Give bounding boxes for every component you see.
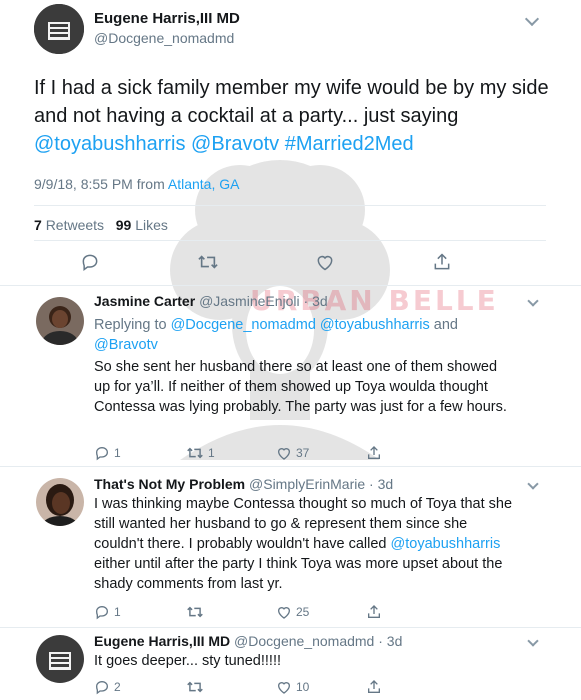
chevron-down-icon[interactable] (527, 635, 539, 647)
divider (34, 205, 546, 206)
like-count: 25 (296, 605, 310, 619)
reply-text: It goes deeper... sty tuned!!!!! (94, 653, 282, 669)
reply-text-after: either until after the party I think Toy… (94, 556, 503, 592)
retweet-button[interactable] (186, 604, 208, 620)
reply-count: 1 (114, 446, 121, 460)
hashtag-link[interactable]: #Married2Med (285, 133, 414, 155)
reply-actions: 1 1 37 (94, 445, 474, 463)
author-name[interactable]: Eugene Harris,III MD (94, 10, 240, 27)
reply-button[interactable]: 2 (94, 679, 121, 695)
author-name[interactable]: Eugene Harris,III MD (94, 633, 230, 649)
share-icon (368, 680, 380, 693)
replying-and: and (433, 317, 458, 333)
retweets-count[interactable]: 7 (34, 217, 42, 233)
share-button[interactable] (366, 604, 382, 620)
author-handle[interactable]: @Docgene_nomadmd (94, 30, 234, 46)
tweet-meta: 9/9/18, 8:55 PM from Atlanta, GA (34, 176, 239, 192)
mention-link[interactable]: @toyabushharris (34, 133, 185, 155)
retweet-count: 1 (208, 446, 215, 460)
reply-icon (95, 605, 109, 620)
likes-label[interactable]: Likes (135, 217, 168, 233)
reply-author[interactable]: Eugene Harris,III MD @Docgene_nomadmd · … (94, 633, 402, 649)
avatar[interactable] (36, 478, 84, 526)
like-count: 37 (296, 446, 310, 460)
author-handle[interactable]: @Docgene_nomadmd · 3d (234, 633, 402, 649)
like-button[interactable]: 37 (276, 445, 309, 461)
share-icon (368, 446, 380, 459)
reply-tweet: Eugene Harris,III MD @Docgene_nomadmd · … (0, 629, 581, 700)
retweet-icon (187, 681, 203, 693)
retweet-button[interactable] (186, 679, 208, 695)
retweets-label[interactable]: Retweets (46, 217, 104, 233)
avatar-image (36, 297, 84, 345)
avatar[interactable] (36, 297, 84, 345)
main-tweet: Eugene Harris,III MD @Docgene_nomadmd If… (0, 0, 581, 286)
tweet-stats: 7 Retweets 99 Likes (34, 217, 168, 233)
like-button[interactable]: 10 (276, 679, 309, 695)
reply-icon[interactable] (80, 252, 102, 274)
reply-tweet: That's Not My Problem @SimplyErinMarie ·… (0, 468, 581, 628)
reply-icon (95, 680, 109, 695)
retweet-icon[interactable] (197, 252, 219, 274)
timestamp: 9/9/18, 8:55 PM from (34, 176, 165, 192)
replying-prefix: Replying to (94, 317, 167, 333)
reply-tweet: Jasmine Carter @JasmineEnjoli · 3d Reply… (0, 287, 581, 467)
likes-count[interactable]: 99 (116, 217, 132, 233)
chevron-down-icon[interactable] (527, 478, 539, 490)
mention-link[interactable]: @toyabushharris (391, 536, 501, 552)
reply-count: 1 (114, 605, 121, 619)
avatar-image (36, 478, 84, 526)
reply-button[interactable]: 1 (94, 604, 121, 620)
mention-link[interactable]: @Docgene_nomadmd @toyabushharris (171, 317, 430, 333)
mention-link[interactable]: @Bravotv (191, 133, 279, 155)
tweet-text: If I had a sick family member my wife wo… (34, 74, 554, 158)
reply-author[interactable]: That's Not My Problem @SimplyErinMarie ·… (94, 476, 393, 492)
chevron-down-icon[interactable] (524, 11, 540, 27)
divider (34, 240, 546, 241)
replying-to: Replying to @Docgene_nomadmd @toyabushha… (94, 315, 514, 355)
retweet-icon (187, 606, 203, 618)
author-handle[interactable]: @JasmineEnjoli · 3d (199, 293, 328, 309)
avatar[interactable] (34, 4, 84, 54)
like-count: 10 (296, 680, 310, 694)
avatar-image (36, 635, 84, 683)
share-button[interactable] (366, 445, 382, 461)
like-icon (277, 607, 291, 619)
share-icon[interactable] (432, 252, 454, 274)
like-button[interactable]: 25 (276, 604, 309, 620)
author-handle[interactable]: @SimplyErinMarie · 3d (249, 476, 393, 492)
reply-icon (95, 446, 109, 461)
retweet-button[interactable]: 1 (186, 445, 215, 461)
mention-link[interactable]: @Bravotv (94, 337, 158, 353)
tweet-body: If I had a sick family member my wife wo… (34, 77, 549, 127)
like-icon (277, 682, 291, 694)
reply-text: So she sent her husband there so at leas… (94, 359, 507, 415)
share-icon (368, 605, 380, 618)
reply-actions: 1 25 (94, 604, 474, 622)
reply-button[interactable]: 1 (94, 445, 121, 461)
location-link[interactable]: Atlanta, GA (168, 176, 240, 192)
chevron-down-icon[interactable] (527, 295, 539, 307)
avatar-image (34, 4, 84, 54)
reply-count: 2 (114, 680, 121, 694)
like-icon (277, 448, 291, 460)
reply-author[interactable]: Jasmine Carter @JasmineEnjoli · 3d (94, 293, 328, 309)
reply-actions: 2 10 (94, 679, 474, 697)
share-button[interactable] (366, 679, 382, 695)
reply-text: I was thinking maybe Contessa thought so… (94, 494, 514, 594)
avatar[interactable] (36, 635, 84, 683)
author-name[interactable]: That's Not My Problem (94, 476, 245, 492)
retweet-icon (187, 447, 203, 459)
author-name[interactable]: Jasmine Carter (94, 293, 195, 309)
tweet-actions (0, 252, 581, 276)
like-icon[interactable] (315, 252, 337, 274)
